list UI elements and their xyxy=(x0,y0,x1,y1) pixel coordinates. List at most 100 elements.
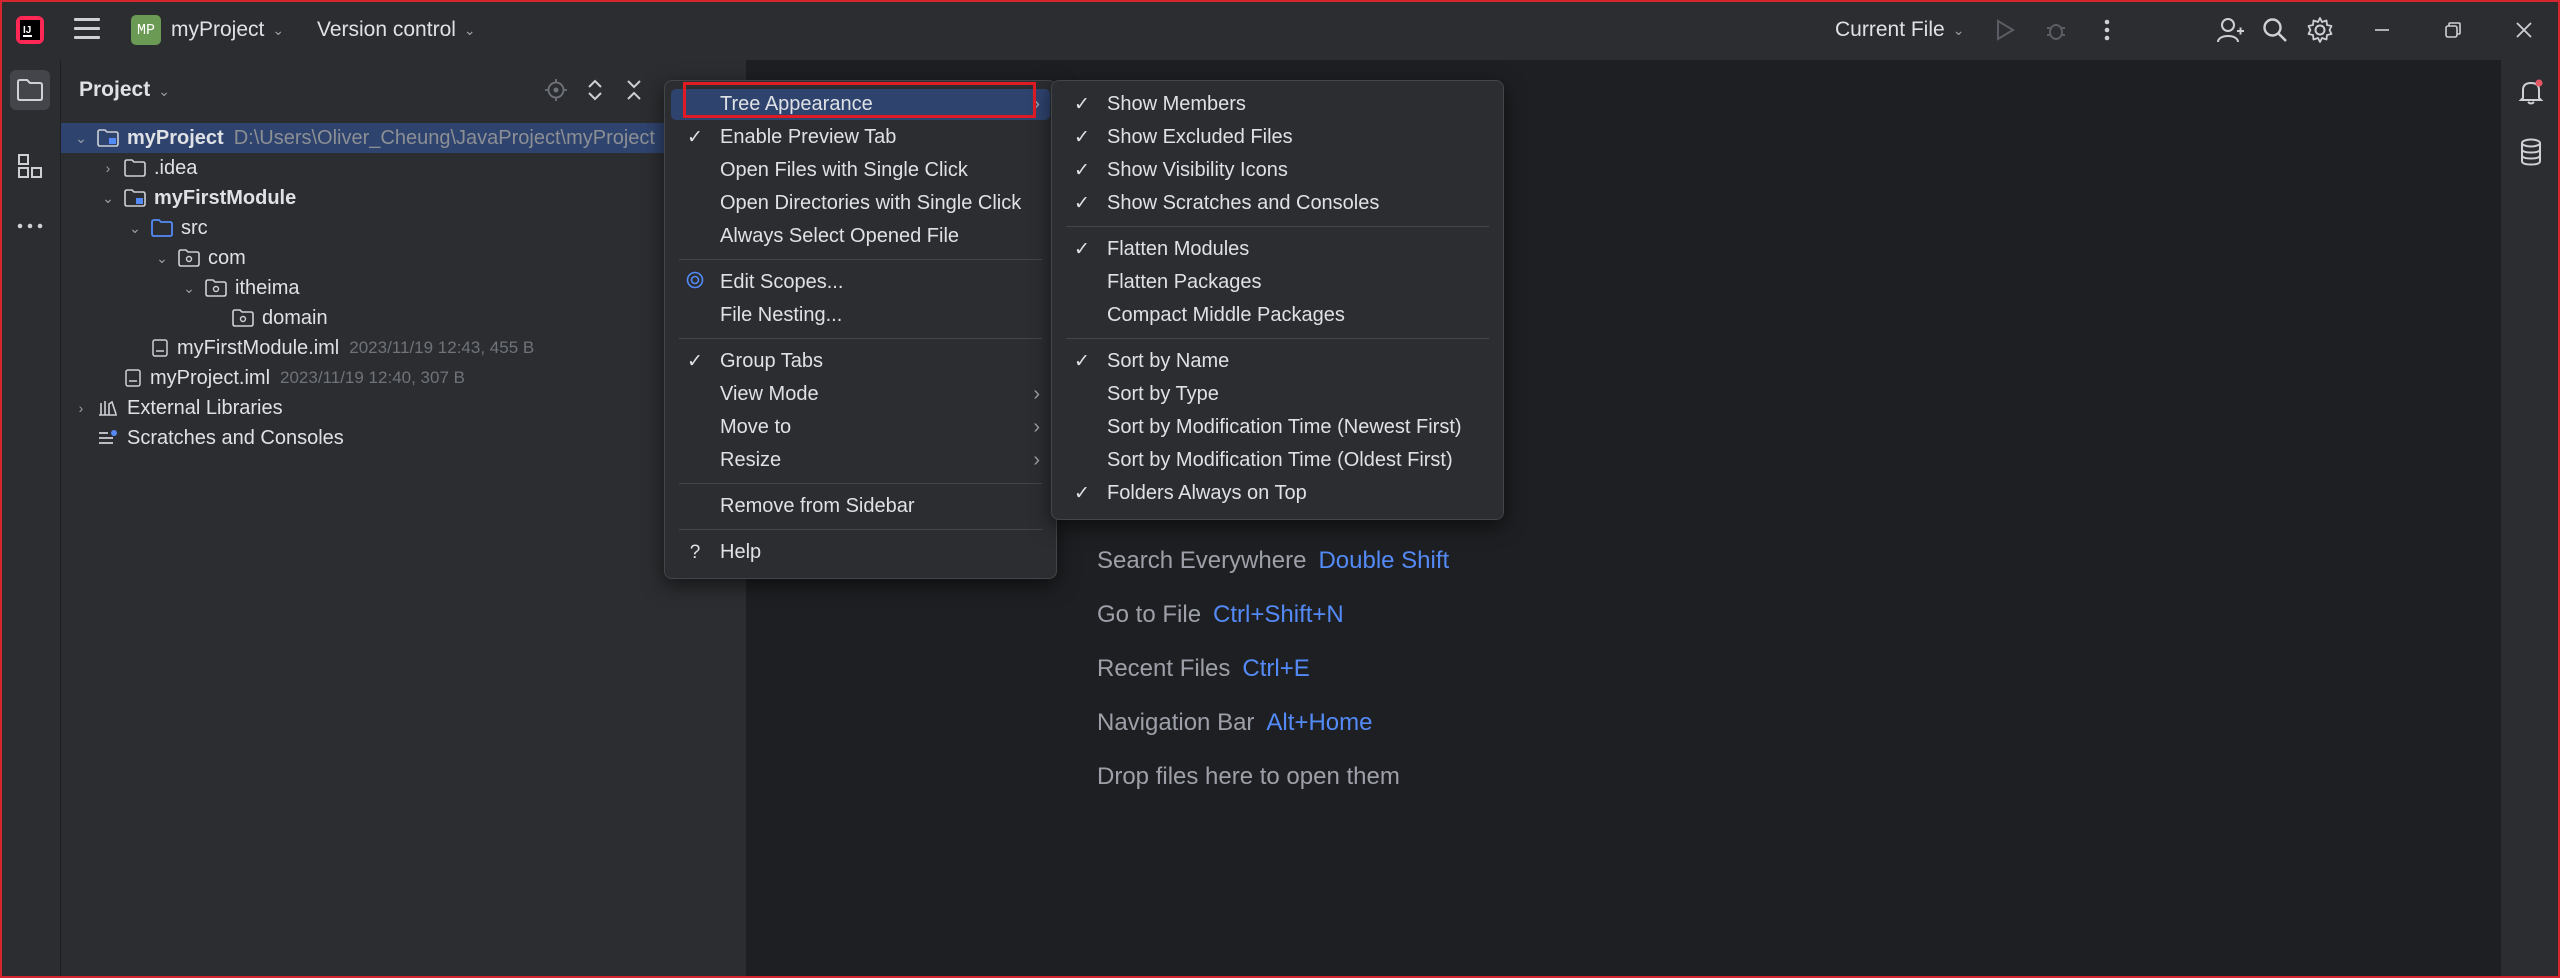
iml-file-icon xyxy=(125,369,141,387)
more-actions-icon[interactable] xyxy=(2091,14,2123,46)
menu-item-label: Sort by Modification Time (Oldest First) xyxy=(1107,449,1453,471)
project-tool-window-icon[interactable] xyxy=(10,70,50,110)
chevron-right-icon: › xyxy=(1033,449,1040,471)
main-menu-icon[interactable] xyxy=(74,18,100,42)
code-with-me-icon[interactable] xyxy=(2215,14,2247,46)
tree-item-label: myProject.iml xyxy=(150,366,271,389)
run-config-selector[interactable]: Current File ⌄ xyxy=(1835,0,1964,60)
database-icon[interactable] xyxy=(2511,132,2551,172)
chevron-down-icon[interactable]: ⌄ xyxy=(152,250,172,267)
hint-shortcut: Double Shift xyxy=(1318,547,1450,574)
submenu-item-show-scratches[interactable]: ✓ Show Scratches and Consoles xyxy=(1058,188,1497,219)
submenu-item-sort-by-type[interactable]: Sort by Type xyxy=(1058,379,1497,410)
debug-icon[interactable] xyxy=(2040,14,2072,46)
submenu-item-show-excluded-files[interactable]: ✓ Show Excluded Files xyxy=(1058,122,1497,153)
chevron-down-icon[interactable]: ⌄ xyxy=(71,130,91,147)
tree-item-itheima[interactable]: ⌄ itheima xyxy=(61,273,746,303)
menu-item-view-mode[interactable]: View Mode › xyxy=(671,379,1050,410)
tree-item-scratches[interactable]: Scratches and Consoles xyxy=(61,423,746,453)
expand-all-icon[interactable] xyxy=(581,76,609,104)
tree-item-myfirstmodule-iml[interactable]: myFirstModule.iml 2023/11/19 12:43, 455 … xyxy=(61,333,746,363)
submenu-item-flatten-modules[interactable]: ✓ Flatten Modules xyxy=(1058,234,1497,265)
package-icon xyxy=(232,309,254,327)
tree-item-myproject[interactable]: ⌄ myProject D:\Users\Oliver_Cheung\JavaP… xyxy=(61,123,746,153)
menu-item-open-files-single-click[interactable]: Open Files with Single Click xyxy=(671,155,1050,186)
menu-item-label: Show Scratches and Consoles xyxy=(1107,192,1380,214)
tree-item-idea[interactable]: › .idea xyxy=(61,153,746,183)
chevron-down-icon[interactable]: ⌄ xyxy=(125,220,145,237)
tree-item-meta: 2023/11/19 12:40, 307 B xyxy=(280,368,465,387)
submenu-item-flatten-packages[interactable]: Flatten Packages xyxy=(1058,267,1497,298)
collapse-all-icon[interactable] xyxy=(620,76,648,104)
module-folder-icon xyxy=(97,129,119,147)
menu-item-always-select-opened-file[interactable]: Always Select Opened File xyxy=(671,221,1050,252)
submenu-item-sort-by-mod-time-oldest[interactable]: Sort by Modification Time (Oldest First) xyxy=(1058,445,1497,476)
menu-item-help[interactable]: ? Help xyxy=(671,537,1050,568)
chevron-down-icon[interactable]: ⌄ xyxy=(179,280,199,297)
submenu-item-sort-by-mod-time-newest[interactable]: Sort by Modification Time (Newest First) xyxy=(1058,412,1497,443)
submenu-item-compact-middle-packages[interactable]: Compact Middle Packages xyxy=(1058,300,1497,331)
run-icon[interactable] xyxy=(1989,14,2021,46)
more-tool-windows-icon[interactable] xyxy=(10,206,50,246)
submenu-item-sort-by-name[interactable]: ✓ Sort by Name xyxy=(1058,346,1497,377)
chevron-down-icon: ⌄ xyxy=(158,83,170,99)
menu-item-label: Show Members xyxy=(1107,93,1246,115)
menu-item-resize[interactable]: Resize › xyxy=(671,445,1050,476)
menu-item-group-tabs[interactable]: ✓ Group Tabs xyxy=(671,346,1050,377)
submenu-item-show-visibility-icons[interactable]: ✓ Show Visibility Icons xyxy=(1058,155,1497,186)
check-icon: ✓ xyxy=(1074,351,1090,372)
hint-label: Recent Files xyxy=(1097,655,1231,682)
chevron-right-icon[interactable]: › xyxy=(98,160,118,176)
tree-item-src[interactable]: ⌄ src xyxy=(61,213,746,243)
title-bar: IJ MP myProject ⌄ Version control ⌄ Curren… xyxy=(0,0,2560,60)
submenu-item-show-members[interactable]: ✓ Show Members xyxy=(1058,89,1497,120)
menu-item-label: Open Files with Single Click xyxy=(720,159,968,181)
hint-recent-files: Recent Files Ctrl+E xyxy=(1097,655,1310,683)
menu-item-edit-scopes[interactable]: Edit Scopes... xyxy=(671,267,1050,298)
tree-item-external-libraries[interactable]: › External Libraries xyxy=(61,393,746,423)
intellij-logo-icon[interactable]: IJ xyxy=(14,14,46,46)
menu-item-label: Flatten Modules xyxy=(1107,238,1250,260)
notifications-icon[interactable] xyxy=(2511,72,2551,112)
tree-item-myproject-iml[interactable]: myProject.iml 2023/11/19 12:40, 307 B xyxy=(61,363,746,393)
tree-item-domain[interactable]: domain xyxy=(61,303,746,333)
chevron-right-icon[interactable]: › xyxy=(71,400,91,416)
minimize-icon[interactable] xyxy=(2366,14,2398,46)
right-tool-strip xyxy=(2500,60,2560,978)
structure-tool-window-icon[interactable] xyxy=(10,146,50,186)
chevron-down-icon[interactable]: ⌄ xyxy=(98,190,118,207)
restore-icon[interactable] xyxy=(2437,14,2469,46)
tree-item-label: Scratches and Consoles xyxy=(127,426,344,449)
submenu-item-folders-always-on-top[interactable]: ✓ Folders Always on Top xyxy=(1058,478,1497,509)
tree-item-com[interactable]: ⌄ com xyxy=(61,243,746,273)
hint-shortcut: Alt+Home xyxy=(1266,709,1373,736)
menu-item-label: Sort by Modification Time (Newest First) xyxy=(1107,416,1462,438)
menu-item-remove-from-sidebar[interactable]: Remove from Sidebar xyxy=(671,491,1050,522)
project-panel-title[interactable]: Project ⌄ xyxy=(79,78,170,102)
tree-item-label: myProject xyxy=(127,126,224,149)
hint-label: Go to File xyxy=(1097,601,1202,628)
chevron-down-icon: ⌄ xyxy=(272,21,285,38)
menu-item-file-nesting[interactable]: File Nesting... xyxy=(671,300,1050,331)
vcs-widget[interactable]: Version control ⌄ xyxy=(317,0,476,60)
search-icon[interactable] xyxy=(2259,14,2291,46)
menu-item-move-to[interactable]: Move to › xyxy=(671,412,1050,443)
project-badge[interactable]: MP xyxy=(131,15,161,45)
check-icon: ✓ xyxy=(1074,127,1090,148)
settings-gear-icon[interactable] xyxy=(2304,14,2336,46)
menu-item-label: Sort by Type xyxy=(1107,383,1219,405)
tree-item-myfirstmodule[interactable]: ⌄ myFirstModule xyxy=(61,183,746,213)
module-folder-icon xyxy=(124,189,146,207)
menu-item-label: Help xyxy=(720,541,762,563)
locate-file-icon[interactable] xyxy=(542,76,570,104)
package-icon xyxy=(205,279,227,297)
hint-label: Drop files here to open them xyxy=(1097,763,1400,790)
menu-item-enable-preview-tab[interactable]: ✓ Enable Preview Tab xyxy=(671,122,1050,153)
menu-item-label: Folders Always on Top xyxy=(1107,482,1307,504)
scope-icon xyxy=(685,271,705,295)
hint-shortcut: Ctrl+Shift+N xyxy=(1213,601,1344,628)
close-icon[interactable] xyxy=(2508,14,2540,46)
project-switcher[interactable]: myProject ⌄ xyxy=(171,0,284,60)
menu-item-open-directories-single-click[interactable]: Open Directories with Single Click xyxy=(671,188,1050,219)
menu-separator xyxy=(679,259,1042,260)
